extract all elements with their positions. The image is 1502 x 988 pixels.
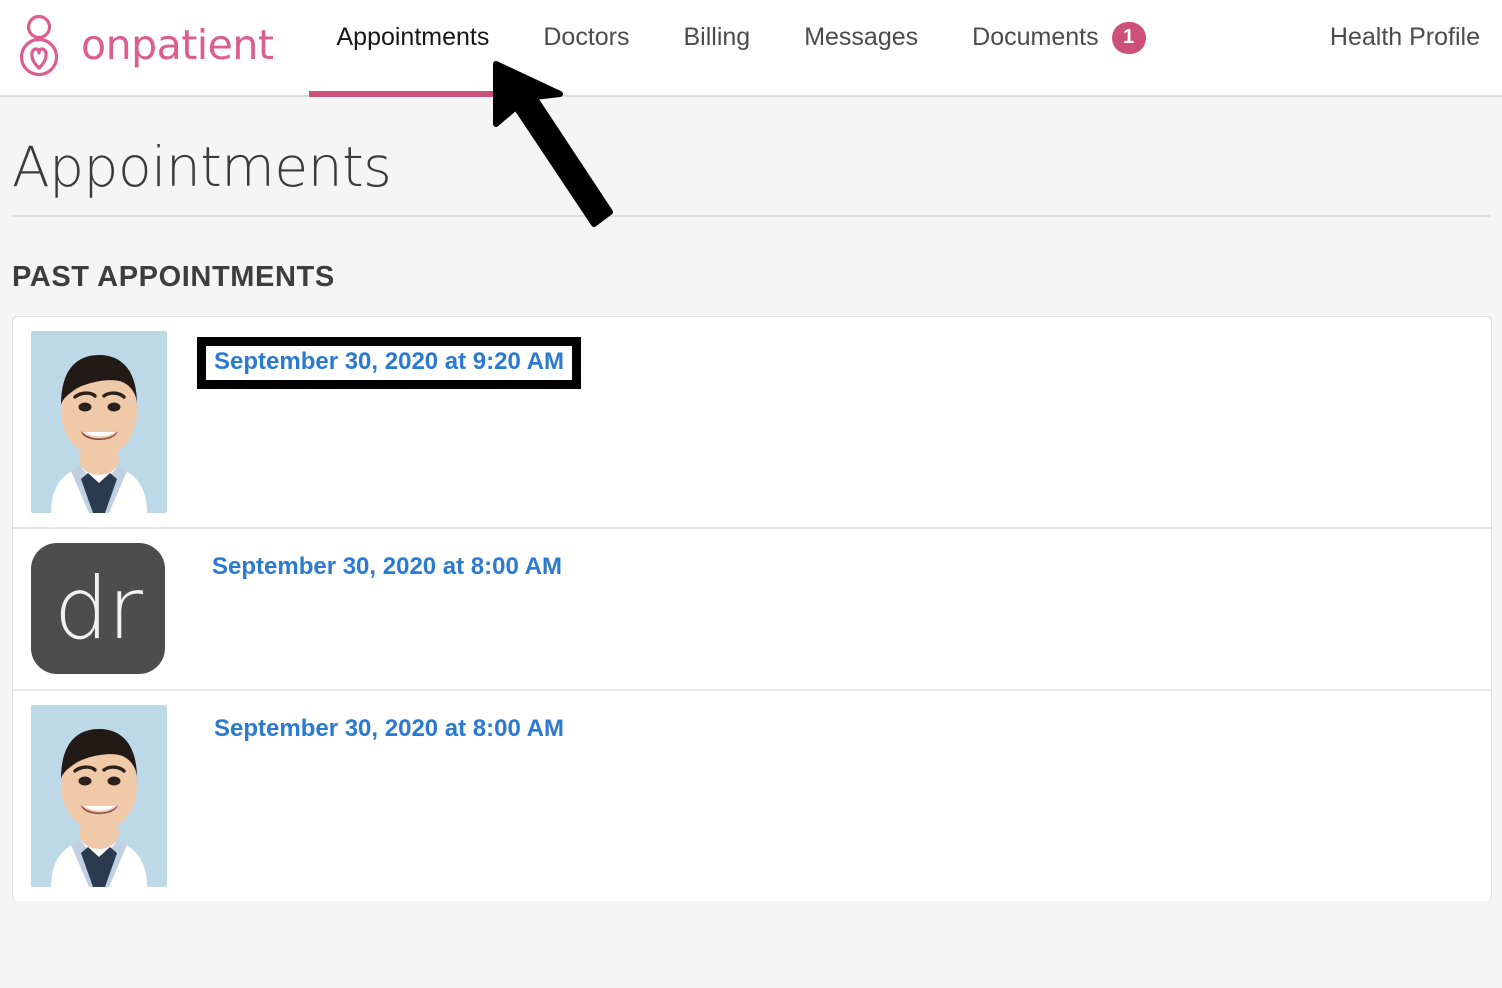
appointment-datetime-link[interactable]: September 30, 2020 at 8:00 AM <box>212 553 562 581</box>
appointment-details: September 30, 2020 at 9:20 AM <box>167 331 581 389</box>
main-navigation: Appointments Doctors Billing Messages Do… <box>309 0 1502 97</box>
site-header: onpatient Appointments Doctors Billing M… <box>0 0 1502 97</box>
nav-item-health-profile[interactable]: Health Profile <box>1303 0 1502 97</box>
nav-label: Billing <box>683 23 751 51</box>
highlight-annotation-box: September 30, 2020 at 9:20 AM <box>197 337 581 389</box>
appointment-details: September 30, 2020 at 8:00 AM <box>167 705 564 743</box>
nav-item-doctors[interactable]: Doctors <box>516 0 656 97</box>
table-row[interactable]: dr September 30, 2020 at 8:00 AM <box>13 529 1491 691</box>
dr-logo-avatar: dr <box>31 543 165 674</box>
section-heading-past-appointments: PAST APPOINTMENTS <box>12 261 335 293</box>
nav-item-billing[interactable]: Billing <box>657 0 778 97</box>
nav-item-appointments[interactable]: Appointments <box>309 0 517 97</box>
person-heart-icon <box>14 14 72 77</box>
appointments-list: September 30, 2020 at 9:20 AM dr Septemb… <box>12 316 1492 901</box>
brand-logo[interactable]: onpatient <box>0 0 274 90</box>
table-row[interactable]: September 30, 2020 at 9:20 AM <box>13 317 1491 529</box>
appointment-datetime-link[interactable]: September 30, 2020 at 8:00 AM <box>214 715 564 743</box>
nav-label: Messages <box>804 23 919 51</box>
documents-count-badge: 1 <box>1111 21 1146 54</box>
nav-label: Doctors <box>543 23 630 51</box>
page-title: Appointments <box>12 135 392 199</box>
nav-item-documents[interactable]: Documents 1 <box>945 0 1172 97</box>
appointment-details: September 30, 2020 at 8:00 AM <box>165 543 562 581</box>
doctor-avatar-photo <box>31 705 167 887</box>
brand-name: onpatient <box>81 20 274 69</box>
table-row[interactable]: September 30, 2020 at 8:00 AM <box>13 691 1491 901</box>
page-content: Appointments PAST APPOINTMENTS September… <box>0 97 1502 901</box>
nav-label: Documents <box>972 23 1099 51</box>
doctor-avatar-photo <box>31 331 167 513</box>
appointment-datetime-link[interactable]: September 30, 2020 at 9:20 AM <box>214 348 564 376</box>
nav-item-messages[interactable]: Messages <box>777 0 945 97</box>
nav-label: Appointments <box>336 23 490 51</box>
nav-label: Health Profile <box>1329 23 1480 51</box>
